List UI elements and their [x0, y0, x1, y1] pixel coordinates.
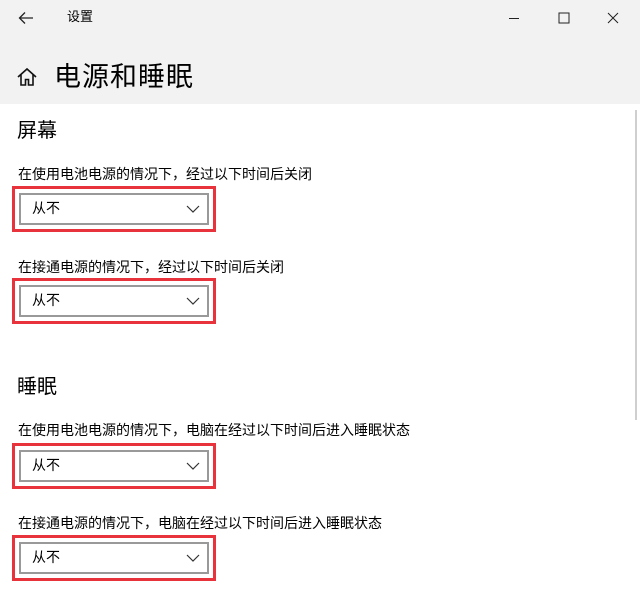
screen-section-heading: 屏幕 — [17, 118, 57, 142]
minimize-button[interactable] — [491, 0, 537, 36]
chevron-down-icon — [186, 205, 200, 213]
chevron-down-icon — [186, 462, 200, 470]
close-icon — [607, 12, 619, 24]
screen-battery-dropdown[interactable]: 从不 — [19, 193, 209, 225]
screen-battery-value: 从不 — [32, 201, 60, 217]
sleep-plugged-value: 从不 — [32, 550, 60, 566]
screen-plugged-value: 从不 — [32, 293, 60, 309]
sleep-plugged-dropdown[interactable]: 从不 — [19, 542, 209, 574]
page-header: 电源和睡眠 — [0, 36, 640, 104]
minimize-icon — [509, 18, 519, 19]
screen-battery-label: 在使用电池电源的情况下，经过以下时间后关闭 — [18, 167, 312, 183]
back-button[interactable] — [0, 0, 52, 36]
maximize-button[interactable] — [541, 0, 587, 36]
back-arrow-icon — [18, 12, 33, 24]
settings-window: 设置 电源和睡眠 屏幕 在使用电池电源的情况下，经过以下时间后关闭 从不 在接通… — [0, 0, 640, 590]
sleep-battery-value: 从不 — [32, 458, 60, 474]
chevron-down-icon — [186, 554, 200, 562]
page-title: 电源和睡眠 — [54, 62, 194, 93]
chevron-down-icon — [186, 297, 200, 305]
sleep-battery-dropdown[interactable]: 从不 — [19, 450, 209, 482]
sleep-section-heading: 睡眠 — [17, 374, 57, 398]
vertical-scrollbar[interactable] — [635, 110, 637, 420]
sleep-plugged-label: 在接通电源的情况下，电脑在经过以下时间后进入睡眠状态 — [18, 516, 382, 532]
screen-plugged-label: 在接通电源的情况下，经过以下时间后关闭 — [18, 260, 284, 276]
sleep-battery-label: 在使用电池电源的情况下，电脑在经过以下时间后进入睡眠状态 — [18, 423, 410, 439]
app-title: 设置 — [67, 10, 94, 25]
screen-plugged-dropdown[interactable]: 从不 — [19, 285, 209, 317]
maximize-icon — [558, 12, 570, 24]
close-button[interactable] — [590, 0, 636, 36]
title-bar: 设置 — [0, 0, 640, 36]
home-icon[interactable] — [16, 66, 38, 88]
